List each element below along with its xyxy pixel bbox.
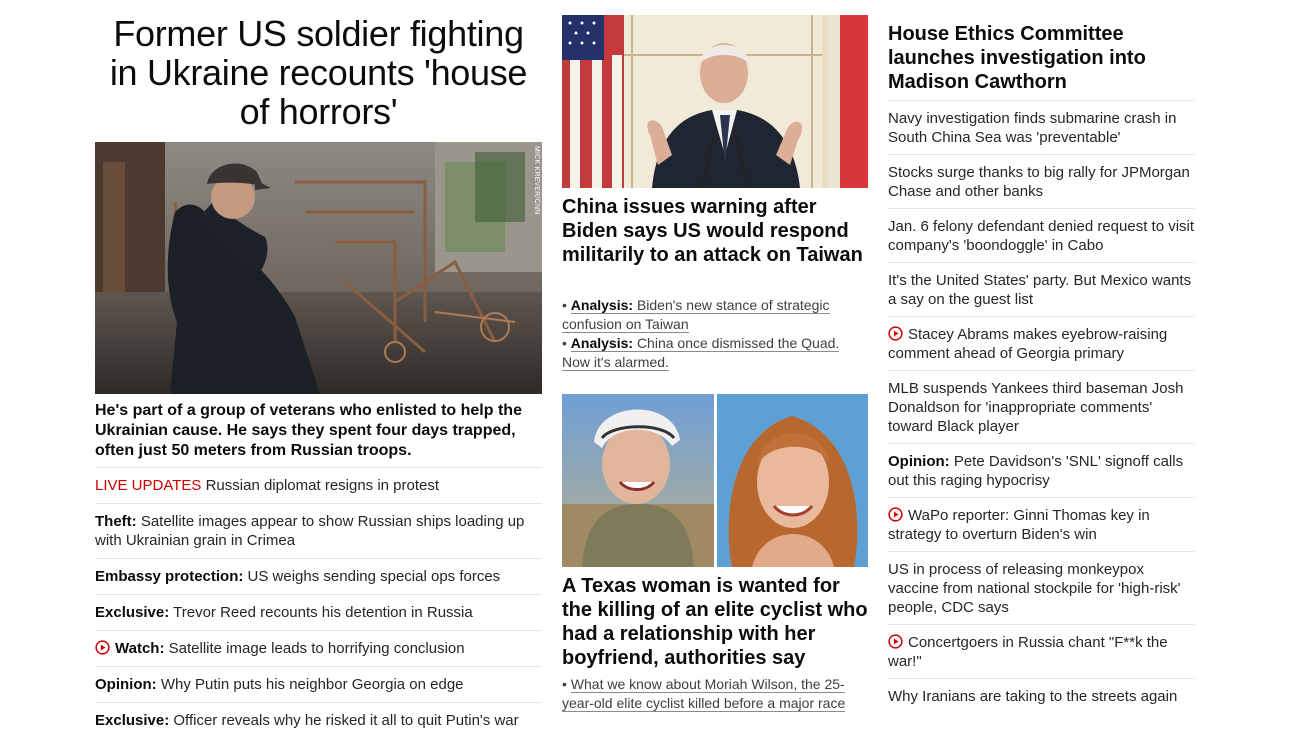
related-link[interactable]: • Analysis: China once dismissed the Qua… [562,334,868,372]
live-updates-label: LIVE UPDATES [95,477,202,494]
kicker-label: Theft: [95,513,137,530]
cyclist-suspect-photo[interactable] [562,394,868,567]
biden-photo[interactable] [562,15,868,188]
texas-cyclist-headline[interactable]: A Texas woman is wanted for the killing … [562,574,868,670]
lead-related-list: LIVE UPDATES Russian diplomat resigns in… [95,467,542,738]
kicker-label: Opinion: [888,453,950,470]
kicker-label: Embassy protection: [95,568,244,585]
list-item[interactable]: Exclusive: Officer reveals why he risked… [95,702,542,738]
list-item[interactable]: LIVE UPDATES Russian diplomat resigns in… [95,467,542,503]
lead-summary[interactable]: He's part of a group of veterans who enl… [95,401,542,461]
soldier-ruins-image [95,142,542,394]
list-item[interactable]: Watch: Satellite image leads to horrifyi… [95,630,542,666]
lead-photo[interactable]: MICK KREVER/CNN [95,142,542,394]
list-item[interactable]: Embassy protection: US weighs sending sp… [95,558,542,594]
list-item[interactable]: Opinion: Pete Davidson's 'SNL' signoff c… [888,443,1195,497]
list-item[interactable]: Exclusive: Trevor Reed recounts his dete… [95,594,542,630]
kicker-label: Analysis: [570,297,634,313]
photo-credit: MICK KREVER/CNN [533,146,540,215]
list-item[interactable]: Opinion: Why Putin puts his neighbor Geo… [95,666,542,702]
related-link[interactable]: • Analysis: Biden's new stance of strate… [562,296,868,334]
list-item[interactable]: US in process of releasing monkeypox vac… [888,551,1195,624]
list-item[interactable]: Stacey Abrams makes eyebrow-raising comm… [888,316,1195,370]
list-item[interactable]: Navy investigation finds submarine crash… [888,100,1195,154]
list-item[interactable]: Why Iranians are taking to the streets a… [888,678,1195,713]
kicker-label: Analysis: [570,335,634,351]
cyclist-and-suspect-image [562,394,868,567]
list-item[interactable]: Concertgoers in Russia chant "F**k the w… [888,624,1195,678]
kicker-label: Opinion: [95,676,157,693]
list-item[interactable]: MLB suspends Yankees third baseman Josh … [888,370,1195,443]
list-item[interactable]: Stocks surge thanks to big rally for JPM… [888,154,1195,208]
play-video-icon [888,507,903,522]
related-link[interactable]: • What we know about Moriah Wilson, the … [562,675,868,713]
china-related-list: • Analysis: Biden's new stance of strate… [562,296,868,372]
kicker-label: Exclusive: [95,604,170,621]
lead-headline[interactable]: Former US soldier fighting in Ukraine re… [95,14,542,131]
list-item[interactable]: Theft: Satellite images appear to show R… [95,503,542,558]
china-taiwan-headline[interactable]: China issues warning after Biden says US… [562,195,868,267]
play-video-icon [95,640,110,655]
cyclist-related-list: • What we know about Moriah Wilson, the … [562,675,868,713]
list-item[interactable]: WaPo reporter: Ginni Thomas key in strat… [888,497,1195,551]
biden-podium-image [562,15,868,188]
play-video-icon [888,326,903,341]
play-video-icon [888,634,903,649]
kicker-label: Exclusive: [95,712,170,729]
list-item[interactable]: It's the United States' party. But Mexic… [888,262,1195,316]
ethics-committee-headline[interactable]: House Ethics Committee launches investig… [888,22,1195,94]
kicker-label: Watch: [115,640,165,657]
headlines-list: Navy investigation finds submarine crash… [888,100,1195,713]
list-item[interactable]: Jan. 6 felony defendant denied request t… [888,208,1195,262]
